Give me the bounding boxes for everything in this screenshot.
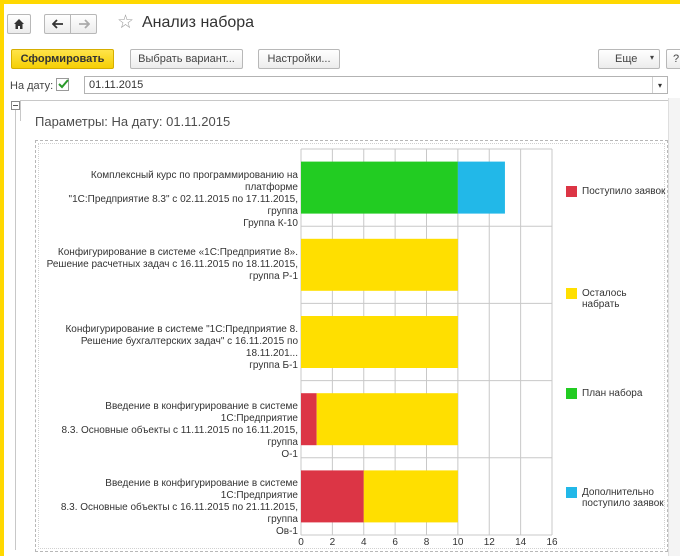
bar-segment[interactable] xyxy=(301,316,458,368)
bar-segment[interactable] xyxy=(301,393,317,446)
settings-button[interactable]: Настройки... xyxy=(258,49,340,69)
date-checkbox[interactable] xyxy=(56,78,69,91)
category-label-line: Группа К-10 xyxy=(243,217,298,229)
help-button[interactable]: ? xyxy=(666,49,680,69)
bar-segment[interactable] xyxy=(301,470,364,523)
date-input[interactable]: 01.11.2015 ▾ xyxy=(84,76,668,94)
category-label: Комплексный курс по программированию на … xyxy=(36,170,298,230)
bar-segment[interactable] xyxy=(316,393,458,446)
x-tick-label: 12 xyxy=(484,537,496,548)
category-label-line: Конфигурирование в системе «1С:Предприят… xyxy=(57,246,298,258)
legend-label: Дополнительно поступило заявок xyxy=(582,487,664,509)
tree-line xyxy=(15,110,16,550)
category-label-line: "1С:Предприятие 8.3" с 02.11.2015 по 17.… xyxy=(68,193,298,217)
arrow-right-icon xyxy=(78,19,90,29)
legend-item: Дополнительно поступило заявок xyxy=(566,487,666,509)
category-label: Введение в конфигурирование в системе 1С… xyxy=(36,401,298,461)
bar-segment[interactable] xyxy=(301,161,458,214)
x-tick-label: 10 xyxy=(452,537,464,548)
favorite-star-icon[interactable]: ☆ xyxy=(117,13,134,33)
more-label: Еще xyxy=(615,53,638,65)
chevron-down-icon: ▾ xyxy=(649,53,654,62)
select-variant-button[interactable]: Выбрать вариант... xyxy=(130,49,243,69)
category-label-line: группа Б-1 xyxy=(249,360,298,371)
home-icon xyxy=(14,19,24,29)
category-label-line: группа Р-1 xyxy=(249,270,298,282)
vertical-scrollbar[interactable] xyxy=(668,98,680,556)
legend-swatch xyxy=(566,388,577,399)
legend-swatch xyxy=(566,288,577,299)
legend-label: Осталось набрать xyxy=(582,288,627,310)
legend-item: План набора xyxy=(566,388,666,399)
params-heading: Параметры: На дату: 01.11.2015 xyxy=(35,114,231,129)
legend-swatch xyxy=(566,487,577,498)
legend-label: План набора xyxy=(582,388,643,399)
x-tick-label: 8 xyxy=(424,537,430,548)
category-label: Конфигурирование в системе "1С:Предприят… xyxy=(36,324,298,372)
x-tick-label: 0 xyxy=(298,537,304,548)
legend-swatch xyxy=(566,186,577,197)
category-label-line: Решение бухгалтерских задач" с 16.11.201… xyxy=(80,336,298,359)
arrow-left-icon xyxy=(51,19,63,29)
category-label-line: О-1 xyxy=(281,449,298,461)
bar-segment[interactable] xyxy=(457,161,505,214)
x-tick-label: 16 xyxy=(546,537,558,548)
home-button[interactable] xyxy=(7,14,31,34)
legend-item: Поступило заявок xyxy=(566,186,666,197)
category-label-line: Введение в конфигурирование в системе 1С… xyxy=(105,478,298,502)
category-label-line: Решение расчетных задач с 16.11.2015 по … xyxy=(46,258,298,270)
category-label: Введение в конфигурирование в системе 1С… xyxy=(36,478,298,538)
generate-button[interactable]: Сформировать xyxy=(11,49,114,69)
date-label: На дату: xyxy=(10,80,54,92)
window-title: Анализ набора xyxy=(142,14,255,31)
legend-label: Поступило заявок xyxy=(582,186,666,197)
title-bar: ☆ Анализ набора xyxy=(4,4,680,42)
x-tick-label: 6 xyxy=(392,537,398,548)
category-label-line: 8.3. Основные объекты с 16.11.2015 по 21… xyxy=(60,502,298,526)
x-tick-label: 14 xyxy=(515,537,527,548)
category-label-line: Конфигурирование в системе "1С:Предприят… xyxy=(65,324,298,335)
category-label-line: 8.3. Основные объекты с 11.11.2015 по 16… xyxy=(61,425,298,449)
category-label-line: Комплексный курс по программированию на … xyxy=(90,169,298,193)
date-value: 01.11.2015 xyxy=(89,79,144,91)
more-button[interactable]: Еще ▾ xyxy=(598,49,660,69)
legend-item: Осталось набрать xyxy=(566,288,666,310)
back-button[interactable] xyxy=(44,14,71,34)
forward-button[interactable] xyxy=(70,14,97,34)
bar-segment[interactable] xyxy=(363,470,458,523)
category-label-line: Введение в конфигурирование в системе 1С… xyxy=(105,401,298,425)
x-tick-label: 4 xyxy=(361,537,367,548)
category-label-line: Ов-1 xyxy=(276,526,298,538)
dropdown-arrow-icon[interactable]: ▾ xyxy=(652,77,667,93)
x-tick-label: 2 xyxy=(330,537,336,548)
chart-area: 0 2 4 6 8 10 12 14 16 Комплексный курс по програ… xyxy=(35,140,668,552)
category-label: Конфигурирование в системе «1С:Предприят… xyxy=(36,247,298,283)
bar-segment[interactable] xyxy=(301,238,458,291)
collapse-toggle-icon[interactable] xyxy=(11,101,20,110)
checkmark-icon xyxy=(58,79,69,89)
